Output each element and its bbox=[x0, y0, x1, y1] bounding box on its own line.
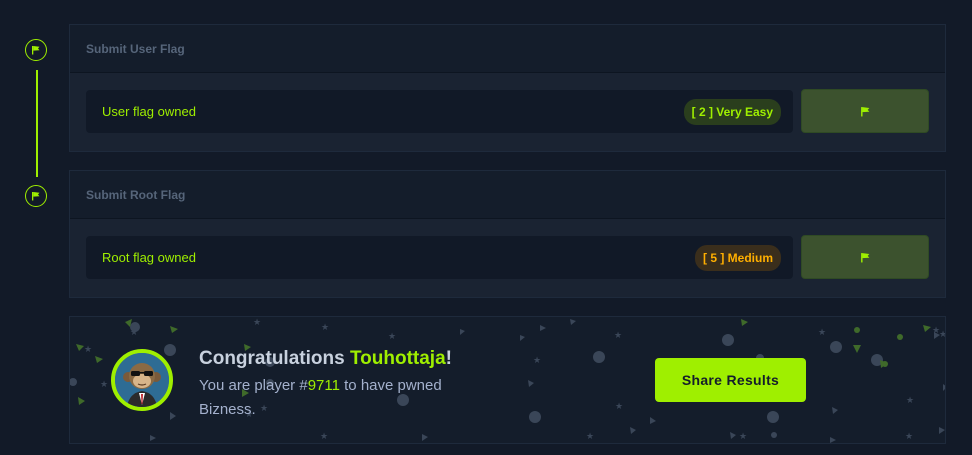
flag-icon bbox=[32, 46, 40, 55]
svg-text:★: ★ bbox=[253, 318, 261, 328]
congratulations-suffix: ! bbox=[445, 348, 452, 369]
root-flag-header: Submit Root Flag bbox=[70, 171, 945, 219]
congratulations-card: ★ ★ ★ ★ ★ ★ ★ ★ ★ ★ ★ ★ ★ ★ ★ ★ ★ ★ ★ Co… bbox=[69, 316, 946, 444]
pwned-message: You are player #9711 to have pwned Bizne… bbox=[199, 374, 479, 422]
svg-text:★: ★ bbox=[388, 332, 396, 342]
root-flag-status: Root flag owned [ 5 ] Medium bbox=[86, 236, 793, 279]
root-flag-step-marker bbox=[25, 185, 47, 207]
svg-text:★: ★ bbox=[906, 396, 914, 406]
share-results-button[interactable]: Share Results bbox=[655, 358, 806, 402]
pwned-message-prefix: You are player # bbox=[199, 377, 308, 394]
player-number: 9711 bbox=[307, 377, 340, 394]
user-flag-submit-button[interactable] bbox=[801, 89, 929, 133]
root-flag-body: Root flag owned [ 5 ] Medium bbox=[70, 219, 945, 297]
svg-text:★: ★ bbox=[586, 432, 594, 442]
svg-text:★: ★ bbox=[939, 330, 946, 340]
user-flag-header: Submit User Flag bbox=[70, 25, 945, 73]
player-avatar bbox=[111, 349, 173, 411]
flag-icon bbox=[860, 252, 869, 262]
congratulations-title: Congratulations Touhottaja! bbox=[199, 348, 452, 370]
svg-text:★: ★ bbox=[614, 331, 622, 341]
svg-text:★: ★ bbox=[818, 328, 826, 338]
svg-text:★: ★ bbox=[100, 380, 108, 390]
timeline-line bbox=[36, 70, 38, 177]
user-flag-status-text: User flag owned bbox=[102, 104, 196, 119]
svg-text:★: ★ bbox=[533, 356, 541, 366]
player-name: Touhottaja bbox=[349, 348, 446, 369]
root-flag-difficulty-badge: [ 5 ] Medium bbox=[694, 244, 781, 271]
svg-text:★: ★ bbox=[130, 328, 138, 338]
congratulations-prefix: Congratulations bbox=[199, 348, 350, 369]
user-flag-step-marker bbox=[25, 39, 47, 61]
flag-icon bbox=[860, 106, 869, 116]
svg-text:★: ★ bbox=[615, 402, 623, 412]
user-flag-body: User flag owned [ 2 ] Very Easy bbox=[70, 73, 945, 151]
user-flag-card: Submit User Flag User flag owned [ 2 ] V… bbox=[69, 24, 946, 152]
svg-text:★: ★ bbox=[321, 323, 329, 333]
root-flag-card: Submit Root Flag Root flag owned [ 5 ] M… bbox=[69, 170, 946, 298]
user-flag-difficulty-badge: [ 2 ] Very Easy bbox=[683, 98, 781, 125]
svg-text:★: ★ bbox=[739, 432, 747, 442]
flag-icon bbox=[32, 192, 40, 201]
user-flag-status: User flag owned [ 2 ] Very Easy bbox=[86, 90, 793, 133]
svg-text:★: ★ bbox=[320, 432, 328, 442]
root-flag-status-text: Root flag owned bbox=[102, 250, 196, 265]
root-flag-submit-button[interactable] bbox=[801, 235, 929, 279]
monkey-avatar-icon bbox=[115, 353, 169, 407]
svg-text:★: ★ bbox=[905, 432, 913, 442]
svg-text:★: ★ bbox=[84, 345, 92, 355]
